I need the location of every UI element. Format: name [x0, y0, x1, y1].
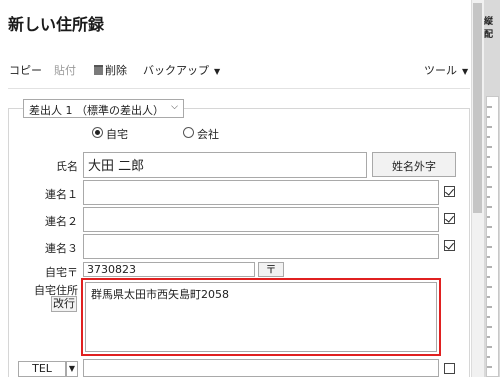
- delete-label: 削除: [105, 64, 127, 77]
- trash-icon: [94, 65, 103, 75]
- zip-input[interactable]: 3730823: [83, 262, 255, 277]
- zip-label: 自宅〒: [45, 266, 78, 279]
- backup-label: バックアップ: [143, 64, 209, 77]
- tel-checkbox[interactable]: [444, 363, 455, 374]
- radio-company-label: 会社: [197, 128, 219, 141]
- paste-button[interactable]: 貼付: [54, 62, 76, 78]
- zip-lookup-button[interactable]: 〒: [258, 262, 284, 277]
- sender-select-value: 差出人 1 （標準の差出人）: [29, 104, 164, 117]
- renmei2-checkbox[interactable]: [444, 213, 455, 224]
- tools-menu[interactable]: ツール ▼: [424, 62, 468, 78]
- side-panel-label: 縦配: [484, 17, 494, 40]
- name-input[interactable]: 大田 二郎: [83, 152, 367, 178]
- renmei1-checkbox[interactable]: [444, 186, 455, 197]
- radio-company[interactable]: [183, 127, 194, 138]
- renmei1-label: 連名１: [45, 188, 78, 201]
- caret-down-icon[interactable]: ▼: [66, 361, 78, 377]
- sender-select[interactable]: 差出人 1 （標準の差出人） ⌵: [23, 99, 184, 118]
- renmei2-input[interactable]: [83, 207, 439, 232]
- renmei3-checkbox[interactable]: [444, 240, 455, 251]
- renmei1-input[interactable]: [83, 180, 439, 205]
- ruler: [486, 96, 499, 377]
- address-input[interactable]: 群馬県太田市西矢島町2058: [85, 282, 437, 352]
- backup-menu[interactable]: バックアップ ▼: [143, 62, 220, 78]
- gaiji-button[interactable]: 姓名外字: [372, 152, 456, 177]
- ruler-ticks: [487, 106, 492, 368]
- caret-down-icon: ▼: [462, 67, 469, 76]
- toolbar-divider: [8, 88, 470, 89]
- newline-button[interactable]: 改行: [51, 296, 77, 312]
- address-highlight-box: 群馬県太田市西矢島町2058: [81, 278, 441, 356]
- radio-home-label: 自宅: [106, 128, 128, 141]
- copy-button[interactable]: コピー: [9, 62, 42, 78]
- window-title: 新しい住所録: [8, 15, 105, 34]
- chevron-down-icon: ⌵: [171, 102, 178, 112]
- delete-button[interactable]: 削除: [94, 62, 127, 78]
- renmei3-input[interactable]: [83, 234, 439, 259]
- tel-input[interactable]: [83, 359, 439, 377]
- scrollbar-thumb[interactable]: [473, 3, 482, 213]
- caret-down-icon: ▼: [214, 67, 221, 76]
- name-label: 氏名: [56, 160, 78, 173]
- renmei2-label: 連名２: [45, 215, 78, 228]
- renmei3-label: 連名３: [45, 242, 78, 255]
- radio-home[interactable]: [92, 127, 103, 138]
- tools-label: ツール: [424, 64, 457, 77]
- tel-type-select[interactable]: TEL: [18, 361, 66, 377]
